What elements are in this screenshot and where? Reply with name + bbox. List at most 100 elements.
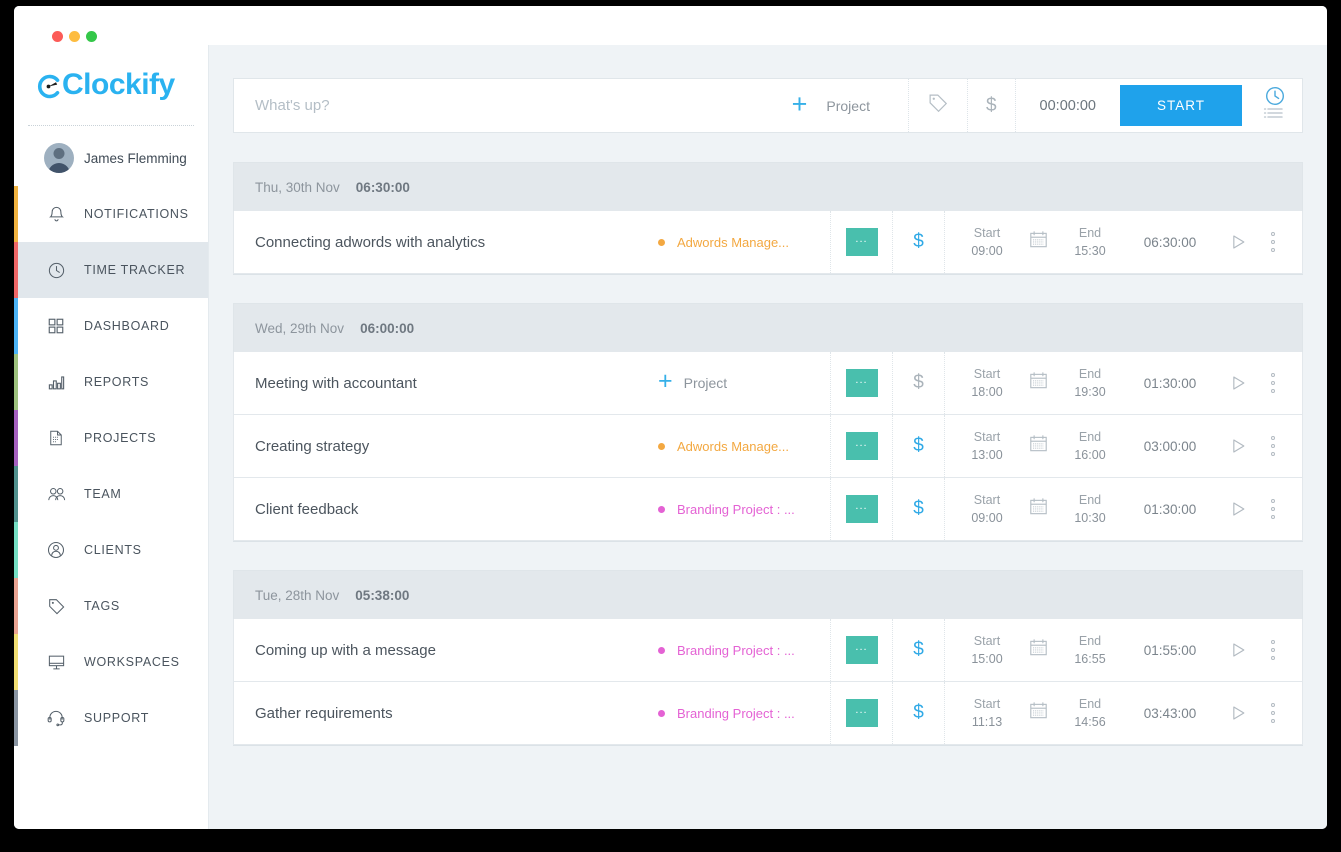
entry-duration[interactable]: 03:43:00 xyxy=(1122,706,1218,721)
entry-project[interactable]: + Branding Project : ... xyxy=(658,619,830,681)
brand-logo[interactable]: Clockify xyxy=(14,45,208,125)
entry-description[interactable]: Client feedback xyxy=(234,478,658,540)
project-color-dot xyxy=(658,239,665,246)
timer-duration[interactable]: 00:00:00 xyxy=(1015,79,1120,132)
start-label: Start xyxy=(955,224,1019,242)
entry-play-button[interactable] xyxy=(1218,373,1258,393)
calendar-icon[interactable] xyxy=(1028,433,1049,459)
start-value: 11:13 xyxy=(955,713,1019,731)
entry-play-button[interactable] xyxy=(1218,436,1258,456)
entry-description[interactable]: Gather requirements xyxy=(234,682,658,744)
time-entry-row[interactable]: Meeting with accountant + Project ... $ … xyxy=(233,352,1303,415)
entry-billable-toggle[interactable]: $ xyxy=(892,478,944,540)
entry-tag[interactable]: ... xyxy=(830,682,892,744)
sidebar-item-label: TEAM xyxy=(84,487,122,501)
entry-billable-toggle[interactable]: $ xyxy=(892,211,944,273)
entry-billable-toggle[interactable]: $ xyxy=(892,682,944,744)
entry-end[interactable]: End 16:00 xyxy=(1058,428,1122,464)
entry-project[interactable]: + Project xyxy=(658,352,830,414)
entry-start[interactable]: Start 13:00 xyxy=(955,428,1019,464)
more-vertical-icon[interactable] xyxy=(1258,703,1292,723)
more-vertical-icon[interactable] xyxy=(1258,640,1292,660)
entry-start[interactable]: Start 09:00 xyxy=(955,224,1019,260)
sidebar-item-projects[interactable]: PROJECTS xyxy=(14,410,208,466)
sidebar-item-dashboard[interactable]: DASHBOARD xyxy=(14,298,208,354)
entry-duration[interactable]: 06:30:00 xyxy=(1122,235,1218,250)
end-label: End xyxy=(1058,695,1122,713)
people-icon xyxy=(44,482,68,506)
entry-project[interactable]: + Adwords Manage... xyxy=(658,415,830,477)
add-project-button[interactable]: + Project xyxy=(774,79,908,132)
entry-duration[interactable]: 03:00:00 xyxy=(1122,439,1218,454)
entry-end[interactable]: End 19:30 xyxy=(1058,365,1122,401)
calendar-icon[interactable] xyxy=(1028,700,1049,726)
entry-play-button[interactable] xyxy=(1218,499,1258,519)
time-entry-row[interactable]: Creating strategy + Adwords Manage... ..… xyxy=(233,415,1303,478)
entry-end[interactable]: End 14:56 xyxy=(1058,695,1122,731)
entry-play-button[interactable] xyxy=(1218,703,1258,723)
entry-duration[interactable]: 01:30:00 xyxy=(1122,502,1218,517)
entry-start[interactable]: Start 11:13 xyxy=(955,695,1019,731)
billable-toggle[interactable]: $ xyxy=(967,79,1015,132)
entry-project[interactable]: + Branding Project : ... xyxy=(658,478,830,540)
time-entry-row[interactable]: Coming up with a message + Branding Proj… xyxy=(233,619,1303,682)
entry-play-button[interactable] xyxy=(1218,640,1258,660)
more-vertical-icon[interactable] xyxy=(1258,373,1292,393)
sidebar-item-support[interactable]: SUPPORT xyxy=(14,690,208,746)
entry-billable-toggle[interactable]: $ xyxy=(892,352,944,414)
entry-tag[interactable]: ... xyxy=(830,619,892,681)
entry-description[interactable]: Meeting with accountant xyxy=(234,352,658,414)
entry-duration[interactable]: 01:30:00 xyxy=(1122,376,1218,391)
more-vertical-icon[interactable] xyxy=(1258,499,1292,519)
entry-times: Start 09:00 End 10:30 01:30:00 xyxy=(944,478,1302,540)
entry-start[interactable]: Start 09:00 xyxy=(955,491,1019,527)
dollar-icon: $ xyxy=(913,639,924,661)
entry-project[interactable]: + Adwords Manage... xyxy=(658,211,830,273)
entry-description[interactable]: Creating strategy xyxy=(234,415,658,477)
entry-description[interactable]: Coming up with a message xyxy=(234,619,658,681)
mode-toggle-button[interactable] xyxy=(1256,79,1302,132)
entry-tag[interactable]: ... xyxy=(830,211,892,273)
entry-start[interactable]: Start 15:00 xyxy=(955,632,1019,668)
sidebar-item-team[interactable]: TEAM xyxy=(14,466,208,522)
sidebar-item-notifications[interactable]: NOTIFICATIONS xyxy=(14,186,208,242)
clockify-clock-icon xyxy=(36,73,61,98)
calendar-icon[interactable] xyxy=(1028,229,1049,255)
add-tag-button[interactable] xyxy=(908,79,967,132)
accent-bar-workspaces xyxy=(14,634,18,690)
calendar-icon[interactable] xyxy=(1028,496,1049,522)
entry-billable-toggle[interactable]: $ xyxy=(892,415,944,477)
sidebar-item-reports[interactable]: REPORTS xyxy=(14,354,208,410)
entry-end[interactable]: End 16:55 xyxy=(1058,632,1122,668)
time-entry-row[interactable]: Client feedback + Branding Project : ...… xyxy=(233,478,1303,541)
entry-play-button[interactable] xyxy=(1218,232,1258,252)
sidebar-item-tags[interactable]: TAGS xyxy=(14,578,208,634)
time-entry-row[interactable]: Gather requirements + Branding Project :… xyxy=(233,682,1303,745)
entry-start[interactable]: Start 18:00 xyxy=(955,365,1019,401)
window-zoom-button[interactable] xyxy=(86,31,97,42)
calendar-icon[interactable] xyxy=(1028,370,1049,396)
sidebar-item-time-tracker[interactable]: TIME TRACKER xyxy=(14,242,208,298)
more-vertical-icon[interactable] xyxy=(1258,232,1292,252)
entry-tag[interactable]: ... xyxy=(830,352,892,414)
task-description-input[interactable] xyxy=(234,79,774,132)
window-close-button[interactable] xyxy=(52,31,63,42)
sidebar-item-clients[interactable]: CLIENTS xyxy=(14,522,208,578)
sidebar-item-label: CLIENTS xyxy=(84,543,142,557)
entry-end[interactable]: End 15:30 xyxy=(1058,224,1122,260)
entry-end[interactable]: End 10:30 xyxy=(1058,491,1122,527)
window-minimize-button[interactable] xyxy=(69,31,80,42)
sidebar-user[interactable]: James Flemming xyxy=(14,130,208,186)
time-entry-row[interactable]: Connecting adwords with analytics + Adwo… xyxy=(233,211,1303,274)
sidebar-item-workspaces[interactable]: WORKSPACES xyxy=(14,634,208,690)
entry-tag[interactable]: ... xyxy=(830,478,892,540)
entry-billable-toggle[interactable]: $ xyxy=(892,619,944,681)
entry-tag[interactable]: ... xyxy=(830,415,892,477)
entry-duration[interactable]: 01:55:00 xyxy=(1122,643,1218,658)
calendar-icon[interactable] xyxy=(1028,637,1049,663)
start-button[interactable]: START xyxy=(1120,85,1242,126)
tag-badge: ... xyxy=(846,228,878,256)
entry-project[interactable]: + Branding Project : ... xyxy=(658,682,830,744)
entry-description[interactable]: Connecting adwords with analytics xyxy=(234,211,658,273)
more-vertical-icon[interactable] xyxy=(1258,436,1292,456)
